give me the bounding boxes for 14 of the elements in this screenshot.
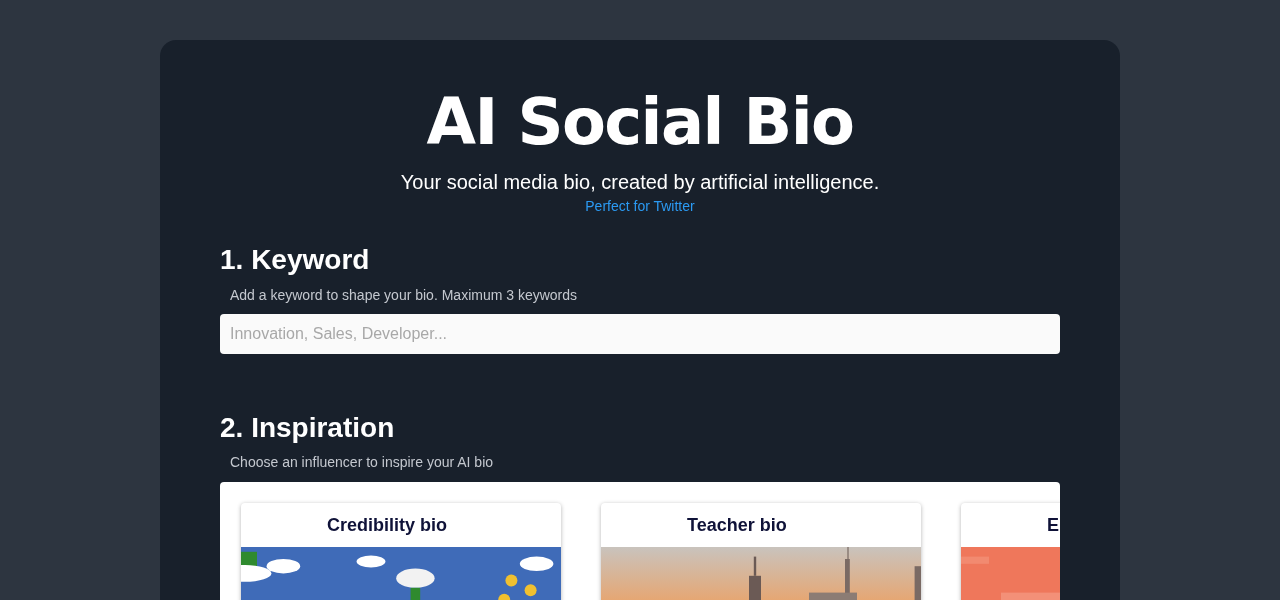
section-heading: 1. Keyword bbox=[220, 243, 371, 277]
card-title: Teacher bio bbox=[687, 514, 787, 537]
section-hint: Add a keyword to shape your bio. Maximum 3 keywords bbox=[230, 286, 579, 305]
subtitle: Your social media bio, created by artificial intelligence. bbox=[400, 170, 880, 195]
section-hint: Choose an influencer to inspire your AI bio bbox=[230, 453, 495, 472]
section-heading: 2. Inspiration bbox=[220, 411, 396, 445]
page-title: AI Social Bio bbox=[426, 84, 854, 161]
card-title: Credibility bio bbox=[327, 514, 447, 537]
influencer-card[interactable]: Teacher bio bbox=[601, 503, 921, 600]
influencer-card[interactable]: E bbox=[961, 503, 1060, 600]
card-title: E bbox=[1047, 514, 1059, 537]
keyword-input[interactable]: Innovation, Sales, Developer... bbox=[220, 314, 1060, 354]
influencer-card[interactable]: Credibility bio bbox=[241, 503, 561, 600]
twitter-link[interactable]: Perfect for Twitter bbox=[585, 196, 695, 216]
